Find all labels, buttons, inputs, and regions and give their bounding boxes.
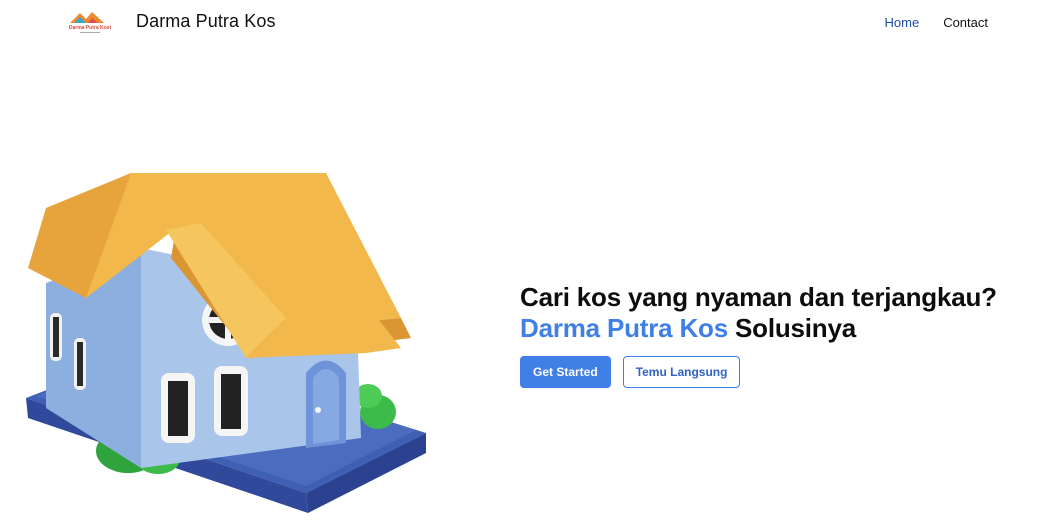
logo-wordmark: Darma Putra Kost: [69, 25, 112, 31]
navbar: Darma Putra Kost Darma Putra Kos Home Co…: [0, 0, 1048, 46]
nav-links: Home Contact: [885, 15, 989, 30]
hero-house-illustration: [16, 168, 436, 524]
cta-buttons: Get Started Temu Langsung: [520, 356, 1040, 388]
hero-text: Cari kos yang nyaman dan terjangkau? Dar…: [520, 282, 1040, 388]
brand-link[interactable]: Darma Putra Kost Darma Putra Kos: [64, 6, 276, 36]
headline-line1: Cari kos yang nyaman dan terjangkau?: [520, 282, 997, 312]
get-started-button[interactable]: Get Started: [520, 356, 611, 388]
headline-rest: Solusinya: [727, 313, 857, 343]
nav-link-contact[interactable]: Contact: [943, 15, 988, 30]
temu-langsung-button[interactable]: Temu Langsung: [622, 356, 741, 388]
nav-link-home[interactable]: Home: [885, 15, 920, 30]
brand-logo-icon: Darma Putra Kost: [64, 6, 116, 36]
hero-headline: Cari kos yang nyaman dan terjangkau? Dar…: [520, 282, 1040, 344]
brand-name: Darma Putra Kos: [136, 10, 276, 31]
headline-brand-accent: Darma Putra Kos: [520, 313, 728, 343]
